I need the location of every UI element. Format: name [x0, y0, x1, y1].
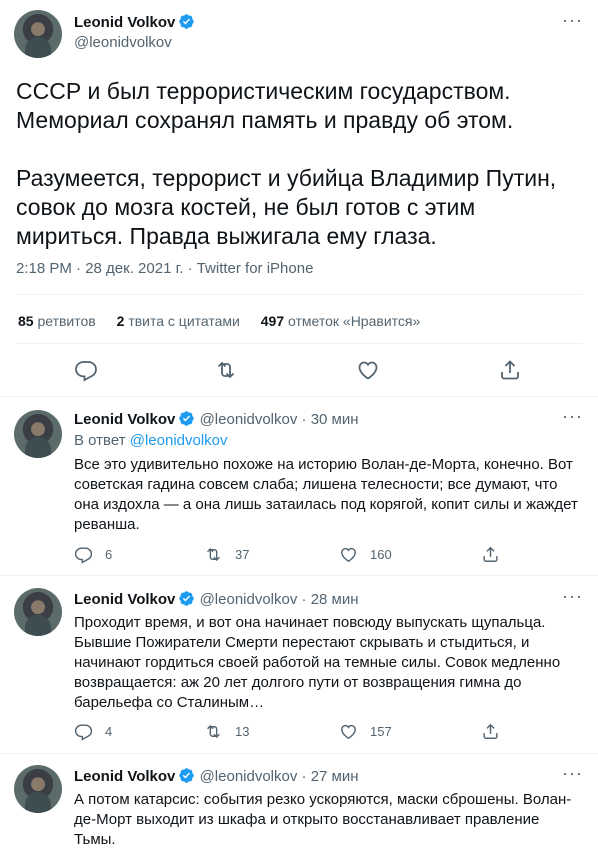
retweets-count: 85 — [18, 313, 34, 329]
share-icon — [483, 723, 498, 739]
share-icon[interactable] — [498, 358, 522, 382]
reply-action[interactable]: 6 — [74, 545, 112, 564]
tweet-text: СССР и был террористическим государством… — [16, 78, 557, 249]
like-icon — [341, 724, 356, 740]
like-action[interactable]: 157 — [339, 722, 392, 741]
avatar[interactable] — [14, 10, 62, 58]
author-handle[interactable]: @leonidvolkov — [200, 411, 298, 428]
quotes-label: твита с цитатами — [128, 313, 240, 329]
main-actions — [0, 358, 598, 384]
author-name[interactable]: Leonid Volkov — [74, 768, 175, 785]
retweet-icon[interactable] — [214, 358, 238, 382]
share-action[interactable] — [481, 545, 512, 564]
reply-to: В ответ @leonidvolkov — [74, 432, 228, 449]
retweet-count: 37 — [235, 547, 250, 562]
avatar[interactable] — [14, 410, 62, 458]
timestamp[interactable]: 30 мин — [311, 411, 359, 428]
separator-dot: · — [301, 768, 311, 785]
timestamp[interactable]: 28 мин — [311, 591, 359, 608]
quotes-stat[interactable]: 2 твита с цитатами — [117, 313, 240, 329]
reply-to-link[interactable]: @leonidvolkov — [130, 432, 228, 449]
reply-header: Leonid Volkov @leonidvolkov · 30 мин — [74, 410, 359, 428]
author-name[interactable]: Leonid Volkov — [74, 591, 175, 608]
like-icon[interactable] — [356, 358, 380, 382]
divider — [16, 294, 582, 295]
avatar[interactable] — [14, 765, 62, 813]
more-icon[interactable]: ··· — [562, 406, 583, 427]
verified-badge-icon — [179, 411, 195, 426]
share-action[interactable] — [481, 722, 512, 741]
likes-count: 497 — [260, 313, 285, 329]
like-icon — [341, 547, 356, 563]
reply-header: Leonid Volkov @leonidvolkov · 28 мин — [74, 590, 359, 608]
divider — [0, 575, 598, 576]
tweet-stats: 85 ретвитов 2 твита с цитатами 497 отмет… — [18, 313, 437, 329]
like-count: 160 — [370, 547, 392, 562]
separator-dot: · — [301, 411, 311, 428]
reply-action[interactable]: 4 — [74, 722, 112, 741]
share-icon — [483, 546, 498, 562]
tweet-meta[interactable]: 2:18 PM · 28 дек. 2021 г. · Twitter for … — [16, 260, 313, 277]
divider — [0, 753, 598, 754]
retweet-action[interactable]: 37 — [204, 545, 249, 564]
verified-badge-icon — [179, 14, 195, 29]
author-name[interactable]: Leonid Volkov — [74, 13, 195, 31]
tweet-text: А потом катарсис: события резко ускоряют… — [74, 791, 572, 848]
divider — [0, 396, 598, 397]
reply-icon[interactable] — [74, 358, 98, 382]
reply-count: 4 — [105, 724, 113, 739]
author-name-text[interactable]: Leonid Volkov — [74, 14, 175, 31]
retweets-label: ретвитов — [37, 313, 96, 329]
retweet-action[interactable]: 13 — [204, 722, 249, 741]
timestamp[interactable]: 27 мин — [311, 768, 359, 785]
likes-stat[interactable]: 497 отметок «Нравится» — [261, 313, 421, 329]
retweets-stat[interactable]: 85 ретвитов — [18, 313, 96, 329]
more-icon[interactable]: ··· — [562, 763, 583, 784]
likes-label: отметок «Нравится» — [288, 313, 421, 329]
verified-badge-icon — [179, 768, 195, 783]
divider — [16, 343, 582, 344]
retweet-icon — [207, 547, 220, 562]
reply-icon — [74, 724, 93, 741]
quotes-count: 2 — [116, 313, 125, 329]
author-name[interactable]: Leonid Volkov — [74, 411, 175, 428]
more-icon[interactable]: ··· — [562, 10, 583, 31]
tweet-actions: 4 13 157 — [74, 722, 514, 742]
separator-dot: · — [301, 591, 311, 608]
reply-header: Leonid Volkov @leonidvolkov · 27 мин — [74, 767, 359, 785]
tweet-actions: 6 37 160 — [74, 545, 514, 565]
like-count: 157 — [370, 724, 392, 739]
author-handle[interactable]: @leonidvolkov — [74, 34, 172, 51]
retweet-icon — [207, 724, 220, 739]
more-icon[interactable]: ··· — [562, 586, 583, 607]
retweet-count: 13 — [235, 724, 250, 739]
reply-to-prefix: В ответ — [74, 432, 126, 449]
tweet-text: Все это удивительно похоже на историю Во… — [74, 456, 578, 533]
reply-icon — [74, 547, 93, 564]
avatar[interactable] — [14, 588, 62, 636]
author-handle[interactable]: @leonidvolkov — [200, 591, 298, 608]
reply-count: 6 — [105, 547, 113, 562]
verified-badge-icon — [179, 591, 195, 606]
like-action[interactable]: 160 — [339, 545, 392, 564]
author-handle[interactable]: @leonidvolkov — [200, 768, 298, 785]
tweet-text: Проходит время, и вот она начинает повсю… — [74, 614, 561, 711]
